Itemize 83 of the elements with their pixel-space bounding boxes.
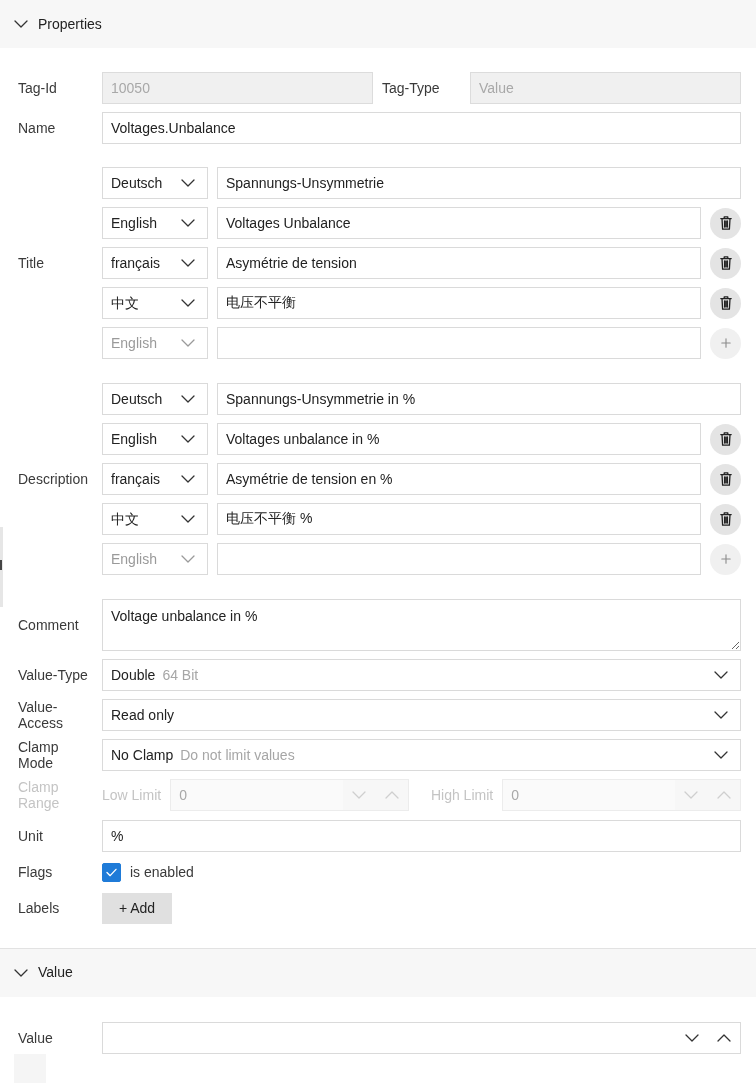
trash-icon	[719, 512, 732, 526]
delete-button[interactable]	[710, 247, 741, 279]
checkbox[interactable]	[102, 862, 121, 882]
trash-icon	[719, 256, 732, 270]
chevron-down-icon	[714, 751, 728, 760]
add-button[interactable]: + Add	[102, 892, 172, 924]
field-label: Value	[18, 1029, 54, 1046]
chevron-down-icon	[181, 515, 195, 523]
dropdown[interactable]: Read only	[102, 699, 741, 732]
chevron-down-icon	[181, 299, 195, 307]
text-field[interactable]: Voltages Unbalance	[217, 207, 701, 239]
dropdown[interactable]: 中文	[102, 287, 208, 319]
chevron-down-icon	[181, 339, 195, 347]
trash-icon	[719, 296, 732, 310]
chevron-down-icon	[684, 1033, 699, 1042]
delete-button[interactable]	[710, 287, 741, 319]
chevron-down-icon	[181, 555, 195, 563]
text-field[interactable]: Asymétrie de tension en %	[217, 463, 701, 495]
dropdown[interactable]: français	[102, 247, 208, 279]
trash-icon	[719, 472, 732, 486]
dropdown[interactable]: Deutsch	[102, 383, 208, 415]
trash-icon	[719, 216, 732, 230]
field-label: Clamp Mode	[18, 739, 60, 772]
chevron-up-icon	[717, 791, 731, 800]
field-label: Tag-Type	[381, 79, 441, 97]
delete-button[interactable]	[710, 207, 741, 239]
dropdown[interactable]: Double 64 Bit	[102, 659, 741, 691]
chevron-down-icon	[714, 671, 728, 679]
text-field[interactable]: %	[102, 819, 741, 852]
field-label: Value-Access	[18, 699, 65, 732]
text-field[interactable]: Asymétrie de tension	[217, 247, 701, 279]
plus-icon	[720, 554, 731, 564]
text-field[interactable]	[217, 327, 701, 359]
dropdown[interactable]: 中文	[102, 503, 208, 535]
number-field[interactable]	[102, 1021, 675, 1054]
chevron-down-icon	[181, 395, 195, 403]
chevron-down-icon	[181, 259, 195, 267]
field-label: Description	[18, 470, 90, 488]
field-label: Value-Type	[18, 666, 89, 684]
field-label: Labels	[18, 900, 61, 917]
step-up-button[interactable]	[708, 1021, 741, 1054]
text-field[interactable]: Voltages.Unbalance	[102, 112, 741, 144]
text-field[interactable]: Spannungs-Unsymmetrie in %	[217, 383, 741, 415]
field-label: Title	[18, 254, 45, 272]
field-label: High Limit	[429, 787, 495, 804]
text-field[interactable]: Spannungs-Unsymmetrie	[217, 167, 741, 199]
field-label: Tag-Id	[18, 79, 58, 97]
checkbox-label[interactable]: is enabled	[130, 863, 194, 881]
dropdown[interactable]: No Clamp Do not limit values	[102, 739, 741, 772]
field-label: Low Limit	[102, 787, 163, 804]
field-label: Name	[18, 119, 57, 137]
delete-button[interactable]	[710, 503, 741, 535]
dropdown[interactable]: Deutsch	[102, 167, 208, 199]
dropdown[interactable]: English	[102, 423, 208, 455]
plus-icon	[720, 338, 731, 348]
add-button[interactable]	[710, 543, 741, 575]
section-toggle[interactable]: Value	[0, 948, 756, 997]
dropdown[interactable]: English	[102, 207, 208, 239]
delete-button[interactable]	[710, 463, 741, 495]
text-field[interactable]: Voltages unbalance in %	[217, 423, 701, 455]
chevron-up-icon	[384, 791, 399, 800]
dropdown[interactable]: français	[102, 463, 208, 495]
field-label: Flags	[18, 864, 54, 881]
chevron-down-icon	[181, 179, 195, 187]
chevron-down-icon	[352, 791, 367, 800]
trash-icon	[719, 432, 732, 446]
check-icon	[106, 867, 117, 877]
chevron-up-icon	[717, 1033, 731, 1042]
field-label: Clamp Range	[18, 779, 61, 812]
field-label: Comment	[18, 616, 80, 634]
chevron-down-icon	[181, 435, 195, 443]
text-field[interactable]: 电压不平衡	[217, 287, 701, 319]
chevron-down-icon	[684, 791, 699, 800]
chevron-down-icon	[181, 219, 195, 227]
text-field[interactable]: 电压不平衡 %	[217, 503, 701, 535]
delete-button[interactable]	[710, 423, 741, 455]
chevron-down-icon	[714, 711, 728, 720]
text-field[interactable]	[217, 543, 701, 575]
chevron-down-icon	[181, 475, 195, 483]
field-label: Unit	[18, 827, 44, 844]
text-area[interactable]: Voltage unbalance in %	[102, 599, 741, 651]
section-toggle[interactable]: Properties	[0, 0, 756, 48]
add-button[interactable]	[710, 327, 741, 359]
